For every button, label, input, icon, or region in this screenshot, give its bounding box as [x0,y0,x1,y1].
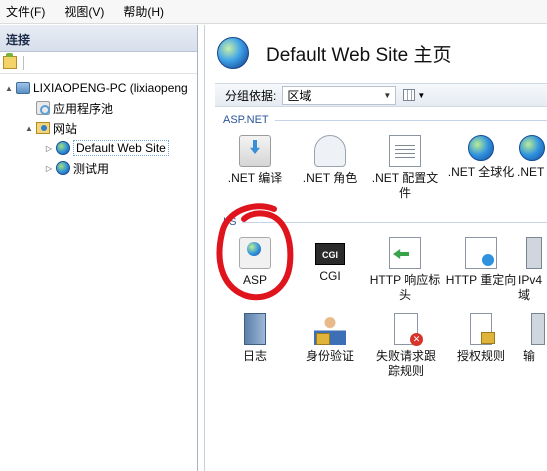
output-caching-icon [531,313,545,345]
section-divider [274,119,547,121]
logging-icon [244,313,266,345]
site-globe-icon [217,37,249,69]
feature-cgi[interactable]: CGI CGI [292,237,368,284]
expand-arrow-icon[interactable]: ▷ [44,164,54,173]
tree-item-label: Default Web Site [73,140,169,156]
feature-ip-restrictions[interactable]: IPv4 域 [518,237,547,303]
page-header: Default Web Site 主页 [205,25,547,81]
server-icon [16,82,30,94]
tree-item-app-pools[interactable]: 应用程序池 [0,98,197,118]
tree-item-test-site[interactable]: ▷ 测试用 [0,158,197,178]
failed-request-tracing-icon [394,313,423,346]
connect-icon[interactable] [3,53,17,69]
feature-net-globalization[interactable]: .NET 全球化 [443,135,519,180]
tree-item-sites[interactable]: ▲ 网站 [0,118,197,138]
group-by-label: 分组依据: [225,88,277,103]
page-title: Default Web Site 主页 [266,44,452,66]
http-redirect-icon [465,237,497,269]
feature-output-caching[interactable]: 输 [523,313,547,364]
feature-label: 日志 [242,349,267,363]
feature-label: .NET 编译 [227,171,283,185]
net-roles-icon [314,135,346,167]
menu-bar: 文件(F) 视图(V) 帮助(H) [0,0,547,24]
menu-help[interactable]: 帮助(H) [123,3,164,20]
tree-item-label: 测试用 [73,161,110,176]
feature-label: CGI [319,269,341,283]
menu-file[interactable]: 文件(F) [6,3,45,20]
annotation-stroke [216,203,294,301]
connections-header: 连接 [0,25,197,52]
collapse-arrow-icon[interactable]: ▲ [24,124,34,133]
annotation-circle [216,203,294,301]
toolbar-separator [23,55,24,70]
view-grid-icon [403,89,416,101]
feature-net-profile[interactable]: .NET 配置文件 [367,135,443,201]
collapse-arrow-icon[interactable]: ▲ [4,84,14,93]
feature-net-compile[interactable]: .NET 编译 [217,135,293,186]
tree-item-label: 应用程序池 [53,101,114,116]
group-by-bar: 分组依据: 区域 ▼ ▼ [215,83,547,107]
ip-restrictions-icon [526,237,542,269]
connections-toolbar [0,52,197,74]
menu-view[interactable]: 视图(V) [64,3,104,20]
tree-item-label: 网站 [53,121,78,136]
connections-tree: ▲ LIXIAOPENG-PC (lixiaopeng 应用程序池 ▲ 网站 ▷… [0,74,197,178]
http-response-headers-icon [389,237,421,269]
feature-label: HTTP 响应标头 [369,273,441,302]
feature-label: 输 [523,349,536,363]
feature-http-redirect[interactable]: HTTP 重定向 [443,237,519,288]
net-globalization-icon [468,135,494,161]
globe-icon [56,141,70,155]
expand-arrow-icon[interactable]: ▷ [44,144,54,153]
net-profile-icon [389,135,421,167]
feature-net-partial[interactable]: .NET [517,135,547,180]
feature-label: .NET 全球化 [447,165,515,179]
feature-label: IPv4 域 [518,273,543,302]
feature-failed-request-tracing[interactable]: 失败请求跟踪规则 [367,313,445,379]
feature-label: HTTP 重定向 [445,273,517,287]
feature-label: 授权规则 [456,349,505,363]
chevron-down-icon: ▼ [417,90,426,100]
feature-logging[interactable]: 日志 [217,313,293,364]
feature-label: 失败请求跟踪规则 [375,349,436,378]
feature-label: .NET 配置文件 [371,171,439,200]
tree-item-default-web-site[interactable]: ▷ Default Web Site [0,138,197,158]
group-by-select[interactable]: 区域 ▼ [282,85,397,105]
net-compile-icon [239,135,271,167]
cgi-icon: CGI [315,243,345,265]
group-by-value: 区域 [287,88,312,103]
connections-pane: 连接 ▲ LIXIAOPENG-PC (lixiaopeng 应用程序池 ▲ 网… [0,25,198,471]
app-pool-icon [36,101,50,115]
view-mode-button[interactable]: ▼ [403,86,427,104]
globe-icon [56,161,70,175]
feature-net-roles[interactable]: .NET 角色 [292,135,368,186]
section-title: ASP.NET [223,114,269,126]
authorization-rules-icon [470,313,495,345]
feature-http-response-headers[interactable]: HTTP 响应标头 [367,237,443,303]
feature-label: 身份验证 [305,349,354,363]
feature-authentication[interactable]: 身份验证 [292,313,368,364]
sites-folder-icon [36,122,50,134]
chevron-down-icon: ▼ [383,90,392,100]
feature-authorization-rules[interactable]: 授权规则 [443,313,519,364]
feature-label: .NET 角色 [302,171,358,185]
net-partial-icon [519,135,545,161]
section-header-aspnet: ASP.NET [223,114,547,126]
feature-label: .NET [517,165,545,179]
tree-item-server[interactable]: ▲ LIXIAOPENG-PC (lixiaopeng [0,78,197,98]
authentication-icon [314,313,346,345]
tree-item-label: LIXIAOPENG-PC (lixiaopeng [33,81,188,95]
